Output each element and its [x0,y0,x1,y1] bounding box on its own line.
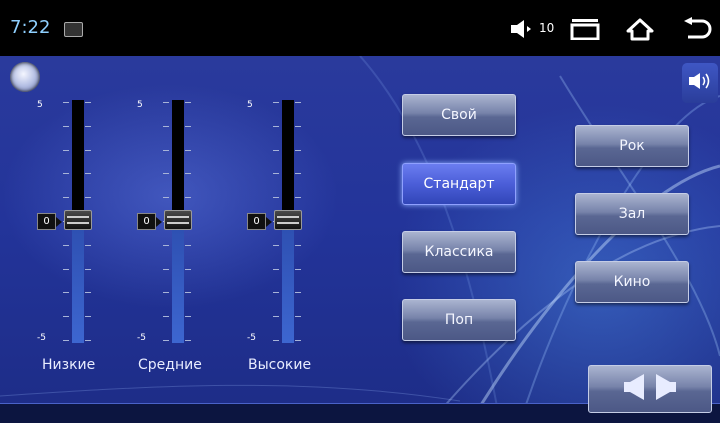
slider-thumb[interactable] [64,210,92,230]
slider-max-label: 5 [137,100,143,110]
slider-treble: 5 -5 0 [220,100,320,345]
balance-button[interactable] [588,365,712,413]
recent-apps-icon[interactable] [570,18,600,44]
slider-thumb[interactable] [164,210,192,230]
preset-cinema-button[interactable]: Кино [575,261,689,303]
equalizer-panel: 5 -5 0 Низкие 5 -5 0 Средние 5 -5 0 Высо [0,56,720,423]
gallery-icon [64,22,83,37]
home-icon[interactable] [626,17,654,45]
slider-min-label: -5 [247,333,256,343]
slider-value-tag: 0 [37,213,62,230]
status-bar: 7:22 10 [0,0,720,56]
preset-custom-button[interactable]: Свой [402,94,516,136]
preset-rock-button[interactable]: Рок [575,125,689,167]
slider-label-treble: Высокие [248,357,312,373]
eq-screen: 7:22 10 5 -5 0 Низкие 5 -5 0 Средние 5 -… [0,0,720,423]
slider-thumb[interactable] [274,210,302,230]
slider-mid: 5 -5 0 [110,100,210,345]
preset-standard-button[interactable]: Стандарт [402,163,516,205]
sound-button[interactable] [682,63,718,103]
orb-button[interactable] [10,62,40,92]
back-icon[interactable] [682,17,712,45]
slider-label-bass: Низкие [42,357,96,373]
slider-value-tag: 0 [137,213,162,230]
preset-classic-button[interactable]: Классика [402,231,516,273]
slider-min-label: -5 [137,333,146,343]
slider-bass: 5 -5 0 [10,100,110,345]
slider-max-label: 5 [247,100,253,110]
preset-pop-button[interactable]: Поп [402,299,516,341]
slider-min-label: -5 [37,333,46,343]
slider-label-mid: Средние [138,357,202,373]
volume-icon[interactable] [510,19,536,43]
slider-max-label: 5 [37,100,43,110]
preset-hall-button[interactable]: Зал [575,193,689,235]
slider-value-tag: 0 [247,213,272,230]
clock: 7:22 [10,17,51,38]
speaker-icon [688,72,712,94]
balance-icon [620,372,680,406]
volume-level: 10 [539,21,555,35]
